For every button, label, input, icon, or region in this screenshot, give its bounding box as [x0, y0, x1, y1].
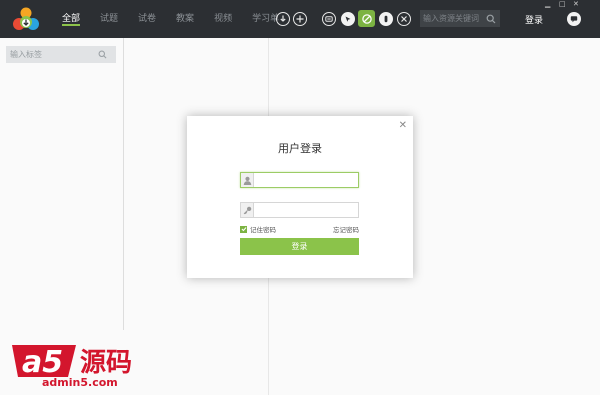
minimize-icon[interactable]: ▁ [545, 1, 550, 8]
login-dialog: ✕ 用户登录 记住密码 忘记密码 登录 [187, 116, 413, 278]
app-logo [13, 7, 39, 30]
username-input[interactable] [254, 173, 358, 187]
svg-text:源码: 源码 [80, 348, 132, 378]
top-bar: 全部 试题 试卷 教案 视频 学习单 输入资源关键词 登录 ▁ □ ✕ [0, 0, 600, 38]
message-icon[interactable] [567, 12, 581, 26]
remember-password[interactable]: 记住密码 [240, 224, 276, 234]
forgot-password-link[interactable]: 忘记密码 [333, 224, 359, 234]
close-icon[interactable]: ✕ [399, 120, 407, 131]
select-icon[interactable] [341, 12, 355, 26]
resource-search-box [420, 10, 500, 27]
remember-label: 记住密码 [250, 226, 276, 234]
tab-papers[interactable]: 试卷 [138, 0, 156, 38]
draw-icon[interactable] [358, 10, 375, 27]
resource-search-input[interactable] [420, 14, 484, 23]
download-icon[interactable] [276, 12, 290, 26]
tab-all[interactable]: 全部 [62, 0, 81, 38]
login-link[interactable]: 登录 [525, 13, 543, 26]
app-window: 全部 试题 试卷 教案 视频 学习单 输入资源关键词 登录 ▁ □ ✕ 输入标签… [0, 0, 600, 395]
password-input[interactable] [254, 203, 358, 217]
login-button[interactable]: 登录 [240, 238, 359, 255]
tab-lesson-plans[interactable]: 教案 [176, 0, 194, 38]
search-icon[interactable] [486, 14, 496, 24]
svg-text:a5: a5 [22, 345, 63, 380]
user-icon [241, 173, 254, 187]
tab-videos[interactable]: 视频 [214, 0, 232, 38]
remember-checkbox[interactable] [240, 225, 247, 233]
tab-questions[interactable]: 试题 [100, 0, 118, 38]
edit-icon[interactable] [322, 12, 336, 26]
username-field [240, 172, 359, 188]
add-icon[interactable] [293, 12, 307, 26]
key-icon [241, 203, 254, 217]
clear-icon[interactable] [397, 12, 411, 26]
close-window-icon[interactable]: ✕ [573, 1, 579, 8]
dialog-title: 用户登录 [278, 142, 322, 155]
watermark-url: admin5.com [42, 376, 118, 389]
eraser-icon[interactable] [379, 12, 393, 26]
password-field [240, 202, 359, 218]
category-nav: 全部 试题 试卷 教案 视频 学习单 [62, 0, 299, 38]
maximize-icon[interactable]: □ [559, 1, 566, 8]
